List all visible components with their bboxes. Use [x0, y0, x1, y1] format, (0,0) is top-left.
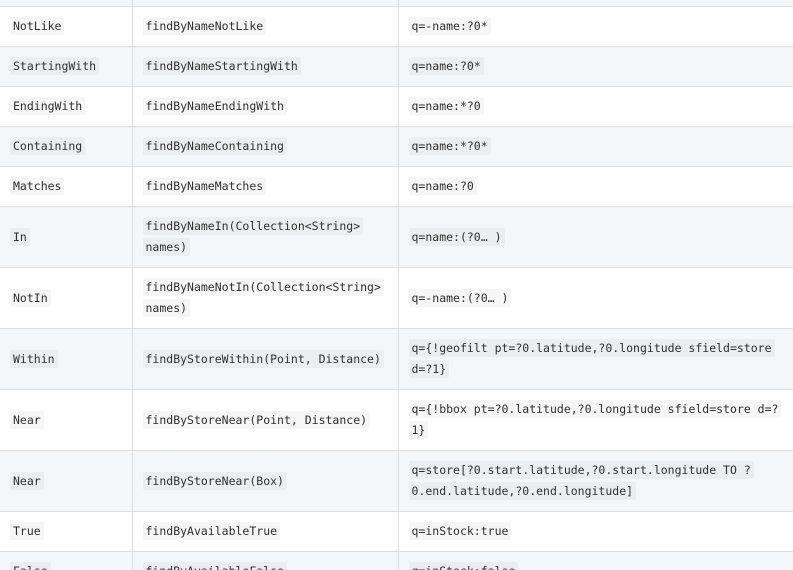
keyword-code: Containing — [10, 137, 85, 155]
method-code: findByNameNotIn(Collection<String> names… — [143, 278, 384, 317]
query-code: q={!bbox pt=?0.latitude,?0.longitude sfi… — [409, 400, 782, 439]
keyword-code: StartingWith — [10, 57, 99, 75]
keyword-cell: Matches — [0, 166, 133, 207]
keyword-code: EndingWith — [10, 97, 85, 115]
method-cell: findByNameNotLike — [131, 6, 399, 47]
method-cell: findByStoreWithin(Point, Distance) — [131, 328, 399, 390]
method-code: findByStoreNear(Point, Distance) — [143, 411, 371, 429]
query-cell: q=name:?0* — [397, 46, 793, 87]
table-row: Within findByStoreWithin(Point, Distance)… — [0, 328, 793, 390]
table-row: NotLike findByNameNotLike q=-name:?0* — [0, 6, 793, 47]
query-code: q=-name:?0* — [409, 17, 491, 35]
method-cell: findByNameEndingWith — [131, 86, 399, 127]
query-code: q=name:?0 — [409, 177, 477, 195]
keyword-code: False — [10, 562, 51, 570]
query-code: q=store[?0.start.latitude,?0.start.longi… — [409, 461, 754, 500]
method-cell: findByStoreNear(Box) — [131, 450, 399, 512]
query-cell: q=inStock:false — [397, 551, 793, 570]
keyword-table-body: LikefindByNameLikeq=name:?0*NotLikefindB… — [0, 0, 793, 570]
method-cell: findByStoreNear(Point, Distance) — [131, 389, 399, 451]
table-row: Matches findByNameMatches q=name:?0 — [0, 166, 793, 207]
query-code: q=name:(?0… ) — [409, 228, 505, 246]
method-code: findByNameContaining — [143, 137, 287, 155]
table-row: False findByAvailableFalse q=inStock:false — [0, 551, 793, 570]
query-cell: q=name:(?0… ) — [397, 206, 793, 268]
table-row: True findByAvailableTrue q=inStock:true — [0, 511, 793, 552]
keyword-cell: Near — [0, 450, 133, 512]
method-cell: findByAvailableFalse — [131, 551, 399, 570]
query-code: q=name:?0* — [409, 57, 484, 75]
keyword-code: Within — [10, 350, 58, 368]
table-row: StartingWith findByNameStartingWith q=name… — [0, 46, 793, 87]
query-code: q=inStock:true — [409, 522, 512, 540]
query-cell: q=-name:(?0… ) — [397, 267, 793, 329]
keyword-code: True — [10, 522, 44, 540]
keyword-cell: StartingWith — [0, 46, 133, 87]
method-code: findByNameEndingWith — [143, 97, 287, 115]
method-code: findByAvailableFalse — [143, 562, 287, 570]
table-row: NotIn findByNameNotIn(Collection<String> … — [0, 267, 793, 329]
method-code: findByStoreNear(Box) — [143, 472, 287, 490]
table-row: In findByNameIn(Collection<String> names)… — [0, 206, 793, 268]
method-code: findByNameStartingWith — [143, 57, 301, 75]
method-cell: findByNameMatches — [131, 166, 399, 207]
keyword-code: Near — [10, 411, 44, 429]
method-cell: findByAvailableTrue — [131, 511, 399, 552]
query-cell: q=-name:?0* — [397, 6, 793, 47]
keyword-code: In — [10, 228, 30, 246]
keyword-cell: EndingWith — [0, 86, 133, 127]
query-code: q=-name:(?0… ) — [409, 289, 512, 307]
table-row: Containing findByNameContaining q=name:*?0… — [0, 126, 793, 167]
method-code: findByNameMatches — [143, 177, 267, 195]
table-row: Near findByStoreNear(Box) q=store[?0.start… — [0, 450, 793, 512]
query-cell: q=name:?0 — [397, 166, 793, 207]
query-cell: q=name:*?0 — [397, 86, 793, 127]
query-cell: q=name:*?0* — [397, 126, 793, 167]
method-code: findByAvailableTrue — [143, 522, 281, 540]
keyword-code: Matches — [10, 177, 64, 195]
query-cell: q=inStock:true — [397, 511, 793, 552]
keyword-reference-table: LikefindByNameLikeq=name:?0*NotLikefindB… — [0, 0, 793, 570]
keyword-reference-table-viewport: LikefindByNameLikeq=name:?0*NotLikefindB… — [0, 0, 793, 570]
method-cell: findByNameIn(Collection<String> names) — [131, 206, 399, 268]
table-row: EndingWith findByNameEndingWith q=name:*?0 — [0, 86, 793, 127]
query-code: q=name:*?0* — [409, 137, 491, 155]
keyword-cell: Near — [0, 389, 133, 451]
table-row: Near findByStoreNear(Point, Distance) q={!… — [0, 389, 793, 451]
keyword-cell: Within — [0, 328, 133, 390]
method-code: findByStoreWithin(Point, Distance) — [143, 350, 384, 368]
method-cell: findByNameContaining — [131, 126, 399, 167]
keyword-cell: False — [0, 551, 133, 570]
method-cell: findByNameStartingWith — [131, 46, 399, 87]
method-code: findByNameIn(Collection<String> names) — [143, 217, 364, 256]
query-code: q={!geofilt pt=?0.latitude,?0.longitude … — [409, 339, 775, 378]
keyword-code: NotIn — [10, 289, 51, 307]
keyword-cell: True — [0, 511, 133, 552]
keyword-cell: Containing — [0, 126, 133, 167]
keyword-cell: NotLike — [0, 6, 133, 47]
keyword-code: NotLike — [10, 17, 64, 35]
method-cell: findByNameNotIn(Collection<String> names… — [131, 267, 399, 329]
query-cell: q={!geofilt pt=?0.latitude,?0.longitude … — [397, 328, 793, 390]
query-cell: q={!bbox pt=?0.latitude,?0.longitude sfi… — [397, 389, 793, 451]
method-code: findByNameNotLike — [143, 17, 267, 35]
keyword-cell: In — [0, 206, 133, 268]
query-code: q=inStock:false — [409, 562, 519, 570]
query-cell: q=store[?0.start.latitude,?0.start.longi… — [397, 450, 793, 512]
keyword-code: Near — [10, 472, 44, 490]
query-code: q=name:*?0 — [409, 97, 484, 115]
keyword-cell: NotIn — [0, 267, 133, 329]
